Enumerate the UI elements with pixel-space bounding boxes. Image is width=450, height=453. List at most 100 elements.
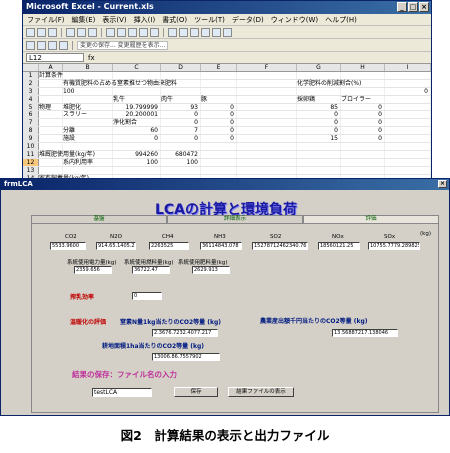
grid-cell[interactable]: 680472 xyxy=(161,150,201,158)
grid-cell[interactable]: 肉牛 xyxy=(161,95,201,103)
usage-field-1[interactable]: 2359.656 xyxy=(74,266,112,274)
grid-cell[interactable] xyxy=(385,150,431,158)
grid-cell[interactable] xyxy=(385,72,431,79)
grid-cell[interactable]: 分離 xyxy=(63,127,113,134)
grid-cell[interactable]: 有機質肥料の占める窒素推せつ物由来肥料 xyxy=(63,79,177,87)
grid-cell[interactable] xyxy=(237,127,297,135)
grid-cell[interactable] xyxy=(201,79,237,87)
col-header[interactable]: C xyxy=(113,64,161,71)
grid-cell[interactable] xyxy=(385,166,431,174)
grid-cell[interactable] xyxy=(201,143,237,150)
close-icon[interactable]: × xyxy=(419,2,429,12)
open-icon[interactable] xyxy=(37,27,46,37)
grid-cell[interactable]: ブロイラー xyxy=(341,95,385,103)
usage-field-3[interactable]: 2629.913 xyxy=(192,266,230,274)
co2-field[interactable]: 5533.9600 xyxy=(50,242,86,250)
grid-cell[interactable] xyxy=(161,166,201,174)
zoom-icon[interactable] xyxy=(212,27,221,37)
row-number[interactable]: 2 xyxy=(23,79,39,87)
grid-cell[interactable]: 化学肥料の削減割合(%) xyxy=(297,79,361,87)
row-number[interactable]: 10 xyxy=(23,143,39,150)
grid-cell[interactable] xyxy=(297,72,341,79)
menu-help[interactable]: ヘルプ(H) xyxy=(325,15,357,24)
grid-cell[interactable]: 93 xyxy=(161,103,201,111)
minimize-icon[interactable]: _ xyxy=(397,2,407,12)
corner-cell[interactable] xyxy=(23,64,39,71)
grid-cell[interactable]: 系内利用率 xyxy=(63,158,113,166)
grid-cell[interactable] xyxy=(113,72,161,79)
grid-cell[interactable] xyxy=(237,103,297,111)
grid-cell[interactable] xyxy=(341,79,385,87)
grid-cell[interactable]: 0 xyxy=(161,135,201,142)
grid-cell[interactable]: 計算条件 xyxy=(39,72,63,79)
grid-cell[interactable] xyxy=(113,166,161,174)
grid-cell[interactable]: 0 xyxy=(201,135,237,142)
grid-cell[interactable] xyxy=(385,95,431,103)
sort-asc-icon[interactable] xyxy=(179,27,188,37)
show-result-button[interactable]: 結果ファイルの表示 xyxy=(228,387,294,397)
row-number[interactable]: 9 xyxy=(23,135,39,142)
grid-cell[interactable]: 0 xyxy=(161,119,201,126)
preview-icon[interactable] xyxy=(77,27,86,37)
grid-cell[interactable]: 0 xyxy=(341,127,385,134)
row-number[interactable]: 3 xyxy=(23,87,39,95)
grid-cell[interactable] xyxy=(201,158,237,166)
grid-cell[interactable]: スラリー xyxy=(63,111,113,118)
grid-cell[interactable]: 19.799999 xyxy=(113,103,161,111)
grid-cell[interactable] xyxy=(237,95,297,103)
grid-cell[interactable] xyxy=(237,166,297,174)
grid-cell[interactable]: 堆肥化 xyxy=(63,103,113,111)
grid-cell[interactable] xyxy=(341,158,385,166)
grid-cell[interactable] xyxy=(385,127,431,135)
grid-cell[interactable]: 0 xyxy=(385,87,431,95)
redo-icon[interactable] xyxy=(150,27,159,37)
grid-cell[interactable]: 100 xyxy=(63,87,113,95)
row-number[interactable]: 11 xyxy=(23,150,39,158)
row-number[interactable]: 5 xyxy=(23,103,39,111)
grid-cell[interactable] xyxy=(63,150,113,158)
review-text[interactable]: 変更の保存... 変更履歴を表示... xyxy=(77,40,169,50)
grid-cell[interactable]: 100 xyxy=(161,158,201,166)
grid-cell[interactable] xyxy=(237,135,297,143)
grid-cell[interactable] xyxy=(39,119,63,127)
grid-cell[interactable] xyxy=(297,143,341,150)
n-per-kg-field[interactable]: 2.3676.7232.4077.217 xyxy=(152,329,218,337)
grid-cell[interactable] xyxy=(341,87,385,95)
sort-desc-icon[interactable] xyxy=(190,27,199,37)
grid-cell[interactable]: 豚 xyxy=(201,95,237,103)
reply-icon[interactable] xyxy=(26,40,35,50)
grid-cell[interactable]: 堆厩肥使用量(kg/年) xyxy=(39,150,95,158)
grid-cell[interactable] xyxy=(161,143,201,150)
grid-cell[interactable] xyxy=(297,166,341,174)
grid-cell[interactable] xyxy=(237,158,297,166)
sum-icon[interactable] xyxy=(168,27,177,37)
nh3-field[interactable]: 36114843.078 xyxy=(200,242,242,250)
grid-cell[interactable]: 施設 xyxy=(63,135,113,142)
grid-cell[interactable] xyxy=(39,143,63,150)
menu-view[interactable]: 表示(V) xyxy=(102,15,126,24)
usage-field-2[interactable]: 36722.47 xyxy=(132,266,170,274)
grid-cell[interactable] xyxy=(39,127,63,135)
grid-cell[interactable] xyxy=(201,150,237,158)
grid-cell[interactable] xyxy=(237,79,297,87)
grid-cell[interactable]: 乳牛 xyxy=(113,95,161,103)
menu-edit[interactable]: 編集(E) xyxy=(72,15,96,24)
copy-icon[interactable] xyxy=(117,27,126,37)
save-icon[interactable] xyxy=(48,27,57,37)
grid-cell[interactable]: 100 xyxy=(113,158,161,166)
grid-cell[interactable] xyxy=(63,95,113,103)
row-number[interactable]: 12 xyxy=(23,158,39,166)
grid-cell[interactable]: 0 xyxy=(341,119,385,126)
grid-cell[interactable] xyxy=(237,150,297,158)
grid-cell[interactable] xyxy=(39,135,63,143)
new-icon[interactable] xyxy=(26,27,35,37)
grid-cell[interactable] xyxy=(297,158,341,166)
grid-cell[interactable] xyxy=(385,111,431,119)
grid-cell[interactable]: 0 xyxy=(161,111,201,118)
n2o-field[interactable]: 914.65.1405.25 xyxy=(96,242,136,250)
print-icon[interactable] xyxy=(66,27,75,37)
nox-field[interactable]: 18560121.25 xyxy=(318,242,360,250)
so2-field[interactable]: 15278712462340.76 xyxy=(252,242,308,250)
grid-cell[interactable] xyxy=(39,87,63,95)
row-number[interactable]: 8 xyxy=(23,127,39,134)
